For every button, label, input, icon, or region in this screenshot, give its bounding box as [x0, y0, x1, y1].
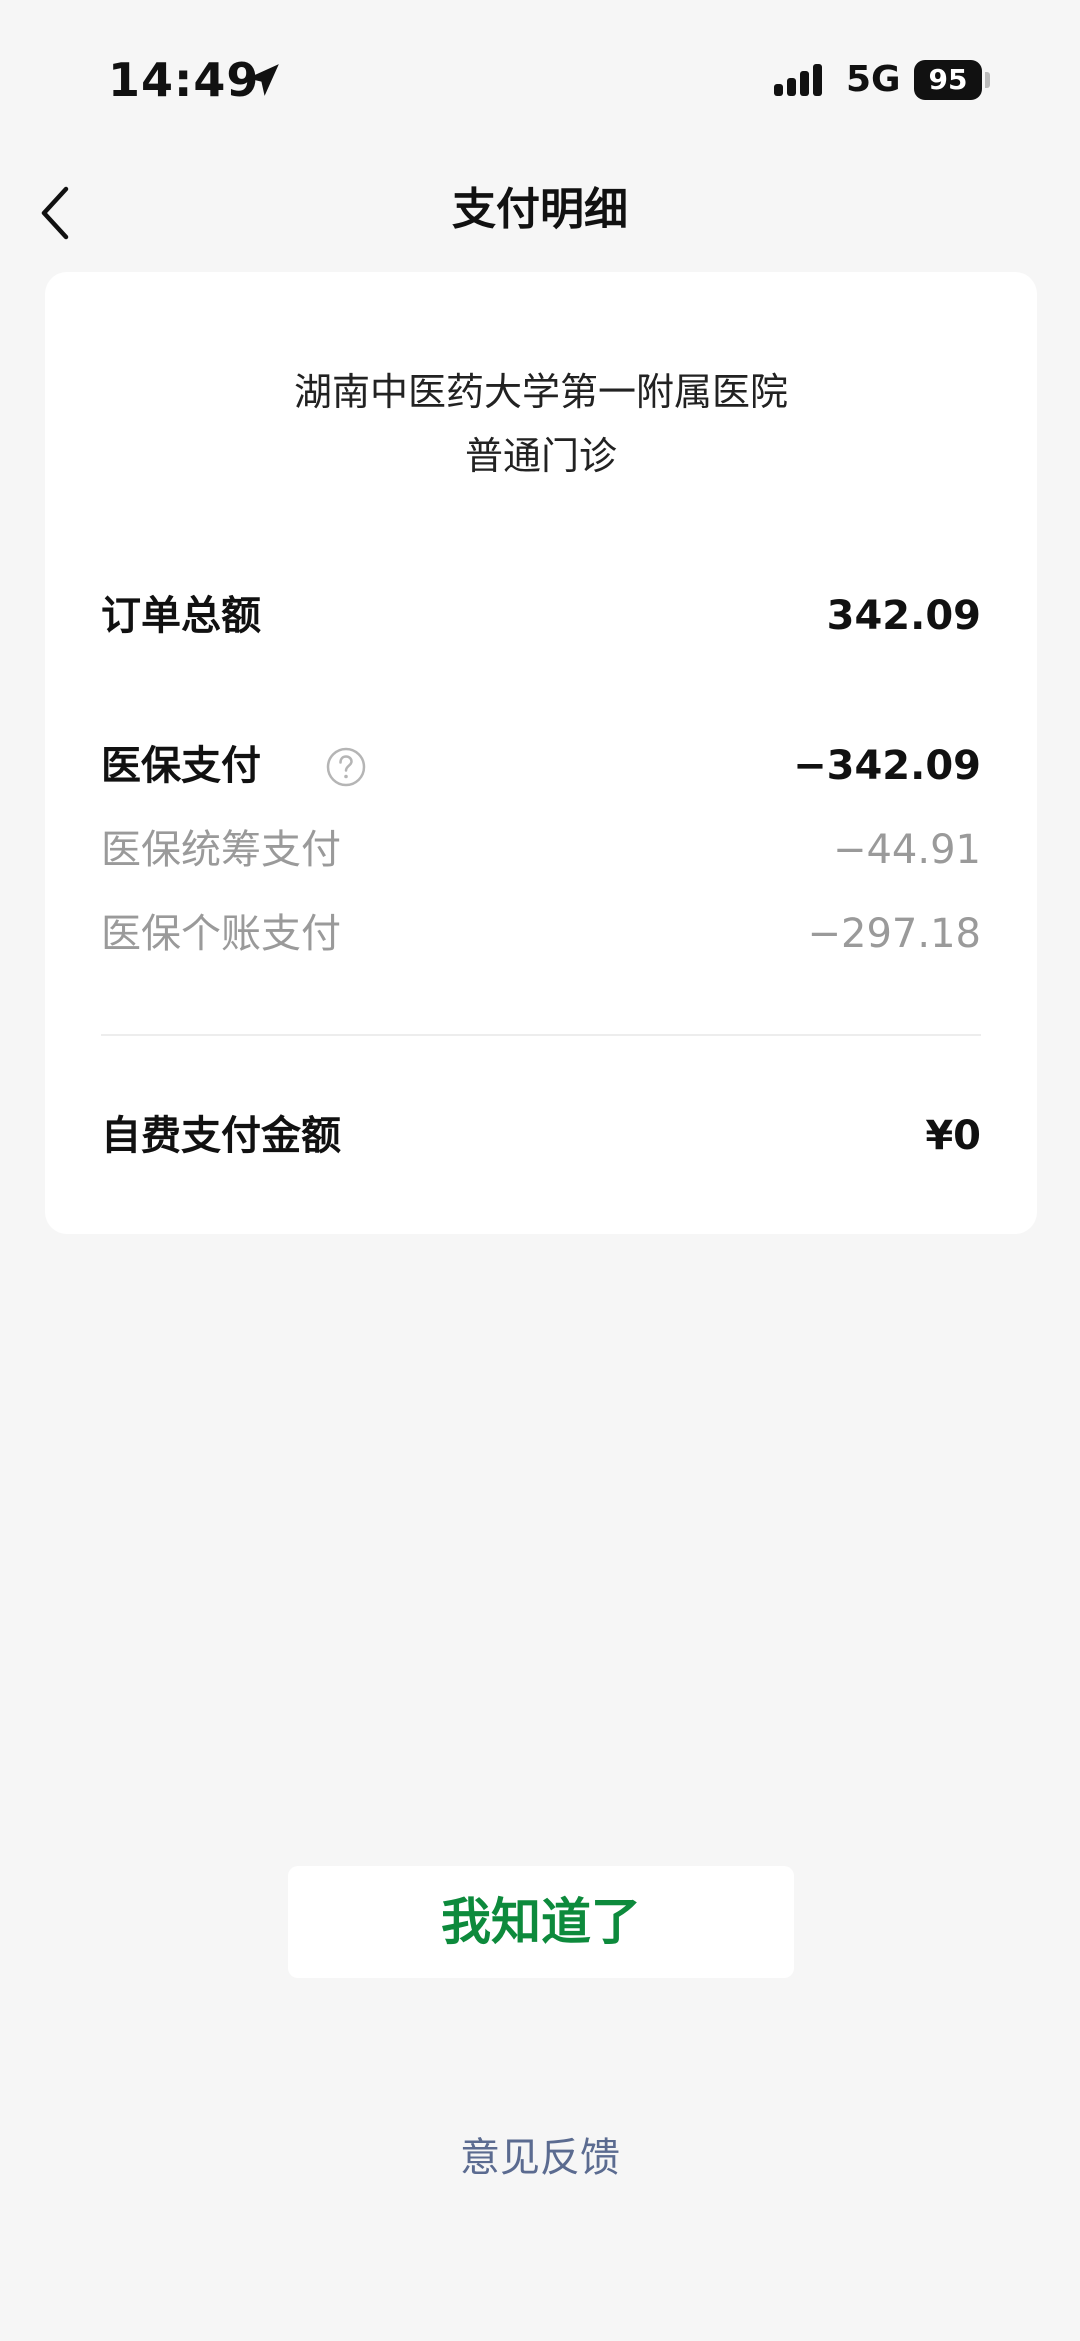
insurance-payment-row: 医保支付 −342.09 — [101, 736, 981, 796]
feedback-link[interactable]: 意见反馈 — [0, 2130, 1080, 2186]
self-pay-label: 自费支付金额 — [101, 1113, 341, 1159]
question-circle-icon[interactable] — [325, 746, 367, 788]
divider — [101, 1034, 981, 1036]
personal-account-row: 医保个账支付 −297.18 — [101, 904, 981, 964]
location-arrow-icon — [247, 64, 279, 96]
payment-detail-card: 湖南中医药大学第一附属医院 普通门诊 订单总额 342.09 医保支付 −342… — [45, 272, 1037, 1234]
self-pay-row: 自费支付金额 ¥0 — [101, 1106, 981, 1166]
battery-tip — [985, 72, 990, 88]
confirm-button[interactable]: 我知道了 — [288, 1866, 794, 1978]
order-total-row: 订单总额 342.09 — [101, 586, 981, 646]
insurance-payment-value: −342.09 — [793, 743, 981, 789]
hospital-name: 湖南中医药大学第一附属医院 — [293, 370, 788, 414]
status-bar: 14:49 5G 95 — [0, 0, 1080, 150]
page-title: 支付明细 — [452, 184, 628, 235]
pooled-payment-label: 医保统筹支付 — [101, 827, 341, 873]
personal-account-value: −297.18 — [807, 911, 981, 957]
pooled-payment-value: −44.91 — [832, 827, 981, 873]
clinic-type: 普通门诊 — [464, 434, 617, 478]
order-total-label: 订单总额 — [101, 593, 261, 639]
signal-icon — [774, 64, 822, 96]
order-total-value: 342.09 — [826, 593, 981, 639]
status-time: 14:49 — [108, 53, 260, 107]
nav-bar: 支付明细 — [0, 150, 1080, 270]
self-pay-value: ¥0 — [925, 1113, 981, 1159]
payment-detail-page: 14:49 5G 95 支付明细 湖南中医药大学第一附属医院 普通门诊 订单总额… — [0, 0, 1080, 2341]
insurance-payment-label: 医保支付 — [101, 743, 261, 789]
battery-icon: 95 — [914, 60, 982, 100]
network-type: 5G — [846, 59, 901, 100]
personal-account-label: 医保个账支付 — [101, 911, 341, 957]
pooled-payment-row: 医保统筹支付 −44.91 — [101, 820, 981, 880]
